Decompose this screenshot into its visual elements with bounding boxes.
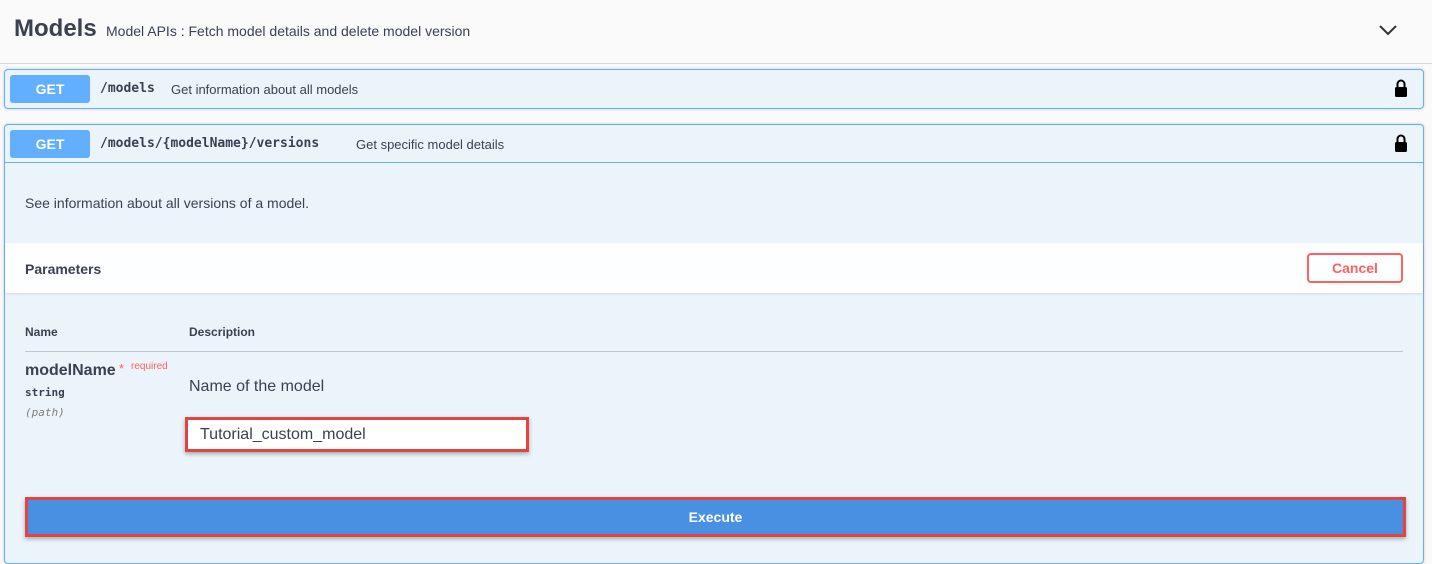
operation-summary[interactable]: GET /models Get information about all mo… [5, 70, 1423, 108]
parameters-title: Parameters [25, 261, 102, 277]
column-header-name: Name [25, 325, 58, 339]
cancel-button[interactable]: Cancel [1307, 253, 1403, 283]
models-tag-header[interactable]: Models Model APIs : Fetch model details … [0, 0, 1432, 64]
required-label: required [131, 361, 168, 372]
operation-path: /models [100, 81, 155, 96]
parameter-description: Name of the model [189, 378, 325, 395]
method-badge: GET [10, 75, 90, 103]
parameter-location: (path) [25, 406, 65, 419]
method-badge: GET [10, 130, 90, 158]
operation-path: /models/{modelName}/versions [100, 136, 320, 151]
operation-summary-text: Get specific model details [356, 137, 505, 152]
column-header-description: Description [189, 325, 256, 339]
parameters-header: Parameters Cancel [5, 243, 1423, 293]
operation-get-models[interactable]: GET /models Get information about all mo… [4, 69, 1424, 109]
required-marker: * [119, 361, 125, 376]
parameter-name: modelName [25, 362, 116, 379]
operation-summary-text: Get information about all models [171, 82, 359, 97]
lock-icon[interactable] [1394, 78, 1408, 98]
operation-summary[interactable]: GET /models/{modelName}/versions Get spe… [5, 125, 1423, 163]
lock-icon[interactable] [1394, 133, 1408, 153]
operation-get-model-versions: GET /models/{modelName}/versions Get spe… [4, 124, 1424, 564]
tag-title: Models [14, 15, 97, 42]
column-divider [25, 351, 1403, 352]
model-name-input[interactable] [185, 417, 529, 452]
tag-description: Model APIs : Fetch model details and del… [106, 23, 471, 39]
parameter-type: string [25, 386, 65, 399]
execute-button[interactable]: Execute [25, 497, 1406, 537]
operation-description: See information about all versions of a … [25, 195, 310, 211]
chevron-down-icon[interactable] [1376, 20, 1400, 40]
